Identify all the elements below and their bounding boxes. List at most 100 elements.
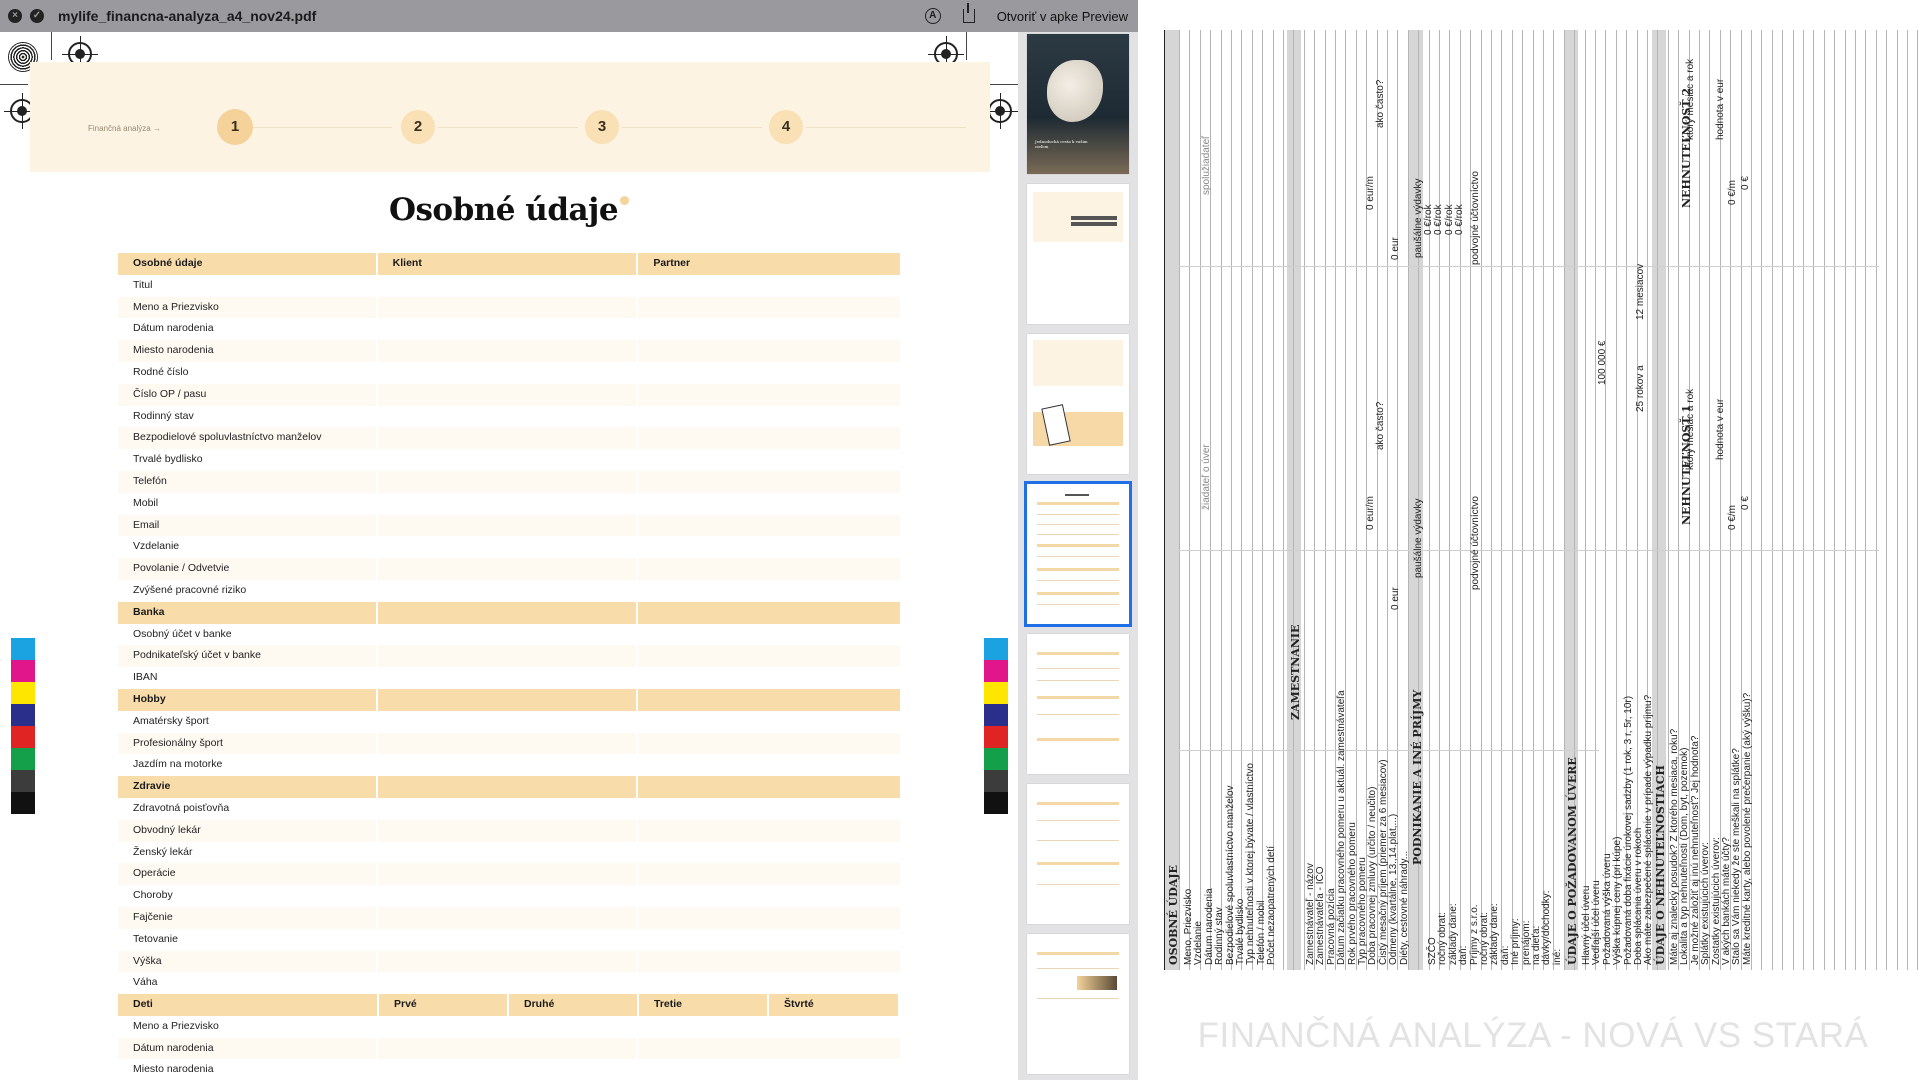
share-icon[interactable] [962,3,975,23]
client-value-cell[interactable] [377,536,637,559]
client-value-cell[interactable] [377,470,637,493]
partner-value-cell[interactable] [638,514,900,537]
partner-value-cell[interactable] [638,732,900,755]
client-value-cell[interactable] [377,928,637,951]
partner-value-cell[interactable] [638,449,900,471]
client-value-cell[interactable] [377,514,637,537]
client-value-cell[interactable] [377,579,637,602]
page-thumbnail-4-selected[interactable] [1024,481,1132,627]
grid-line [1772,30,1773,970]
grid-line [1605,30,1606,970]
client-value-cell[interactable] [377,667,637,689]
partner-value-cell[interactable] [638,667,900,689]
client-value-cell[interactable] [377,863,637,886]
partner-value-cell[interactable] [638,492,900,515]
partner-value-cell[interactable] [638,470,900,493]
partner-value-cell[interactable] [638,623,900,646]
form-label: dávky/dôchodky: [1541,890,1553,966]
client-value-cell[interactable] [377,710,637,733]
partner-value-cell[interactable] [638,274,900,297]
client-value-cell[interactable] [377,449,637,471]
table-row: Vzdelanie [118,536,900,559]
partner-value-cell[interactable] [638,427,900,450]
client-value-cell[interactable] [377,797,637,820]
client-value-cell[interactable] [377,1037,637,1060]
client-value-cell[interactable] [377,972,637,995]
partner-value-cell[interactable] [638,841,900,864]
page-thumbnail-7[interactable] [1027,934,1129,1074]
client-value-cell[interactable] [377,841,637,864]
client-value-cell[interactable] [377,645,637,668]
partner-value-cell[interactable] [638,928,900,951]
partner-value-cell[interactable] [638,558,900,580]
client-value-cell[interactable] [377,906,637,929]
client-value-cell[interactable] [377,340,637,362]
close-window-button[interactable]: × [8,9,22,23]
table-row: Zvýšené pracovné riziko [118,579,900,602]
grid-line [1886,30,1887,970]
form-label: Ako máte zabezpečené splácanie v prípade… [1643,694,1655,965]
partner-value-cell[interactable] [638,318,900,341]
page-thumbnail-5[interactable] [1027,634,1129,774]
partner-value-cell[interactable] [638,645,900,668]
partner-value-cell[interactable] [638,1037,900,1060]
partner-value-cell[interactable] [638,405,900,428]
client-value-cell[interactable] [377,754,637,777]
partner-value-cell[interactable] [638,536,900,559]
page-thumbnail-3[interactable] [1027,334,1129,474]
partner-value-cell[interactable] [638,754,900,777]
row-label: Meno a Priezvisko [118,1015,376,1038]
partner-value-cell[interactable] [638,1059,900,1080]
client-value-cell[interactable] [377,623,637,646]
grid-line [1834,30,1835,970]
client-value-cell[interactable] [377,558,637,580]
page-thumbnail-6[interactable] [1027,784,1129,924]
open-in-preview-button[interactable]: Otvoriť v apke Preview [997,9,1128,24]
client-value-cell[interactable] [377,318,637,341]
row-label: Obvodný lekár [118,819,376,842]
partner-value-cell[interactable] [638,340,900,362]
client-value-cell[interactable] [377,274,637,297]
grid-line [1262,30,1263,970]
partner-value-cell[interactable] [638,950,900,973]
client-value-cell[interactable] [377,383,637,406]
partner-value-cell[interactable] [638,383,900,406]
thumb-band [1033,340,1123,386]
client-value-cell[interactable] [377,361,637,384]
markup-icon[interactable]: A [924,8,941,24]
partner-value-cell[interactable] [638,579,900,602]
swatch-blue [11,704,35,726]
table-row: Amatérsky šport [118,710,900,733]
client-value-cell[interactable] [377,1059,637,1080]
partner-value-cell[interactable] [638,361,900,384]
partner-value-cell[interactable] [638,972,900,995]
client-value-cell[interactable] [377,885,637,907]
pin-icon[interactable]: ✓ [30,9,44,23]
client-value-cell[interactable] [377,950,637,973]
partner-value-cell[interactable] [638,710,900,733]
partner-value-cell[interactable] [638,863,900,886]
form-label: Iné príjmy: [1510,918,1522,965]
client-value-cell[interactable] [377,732,637,755]
client-value-cell[interactable] [377,819,637,842]
client-value-cell[interactable] [377,296,637,319]
form-label: Vedľajší účel úveru [1591,880,1603,965]
partner-value-cell[interactable] [638,797,900,820]
partner-value-cell[interactable] [638,906,900,929]
partner-value-cell[interactable] [638,296,900,319]
page-thumbnail-2[interactable] [1027,184,1129,324]
client-value-cell[interactable] [377,1015,637,1038]
form-value: 0 eur [1390,237,1401,260]
partner-value-cell[interactable] [638,1015,900,1038]
client-value-cell[interactable] [377,405,637,428]
page-thumbnail-1[interactable]: Jednoduchá cesta k vašim cieľom [1027,34,1129,174]
partner-value-cell[interactable] [638,885,900,907]
table-row: Osobný účet v banke [118,623,900,646]
grid-line [1283,30,1284,970]
partner-value-cell[interactable] [638,819,900,842]
section-bank: Banka [118,601,900,624]
client-value-cell[interactable] [377,492,637,515]
client-value-cell[interactable] [377,427,637,450]
section-children: Deti Prvé Druhé Tretie Štvrté [118,994,900,1016]
row-label: Povolanie / Odvetvie [118,558,376,580]
